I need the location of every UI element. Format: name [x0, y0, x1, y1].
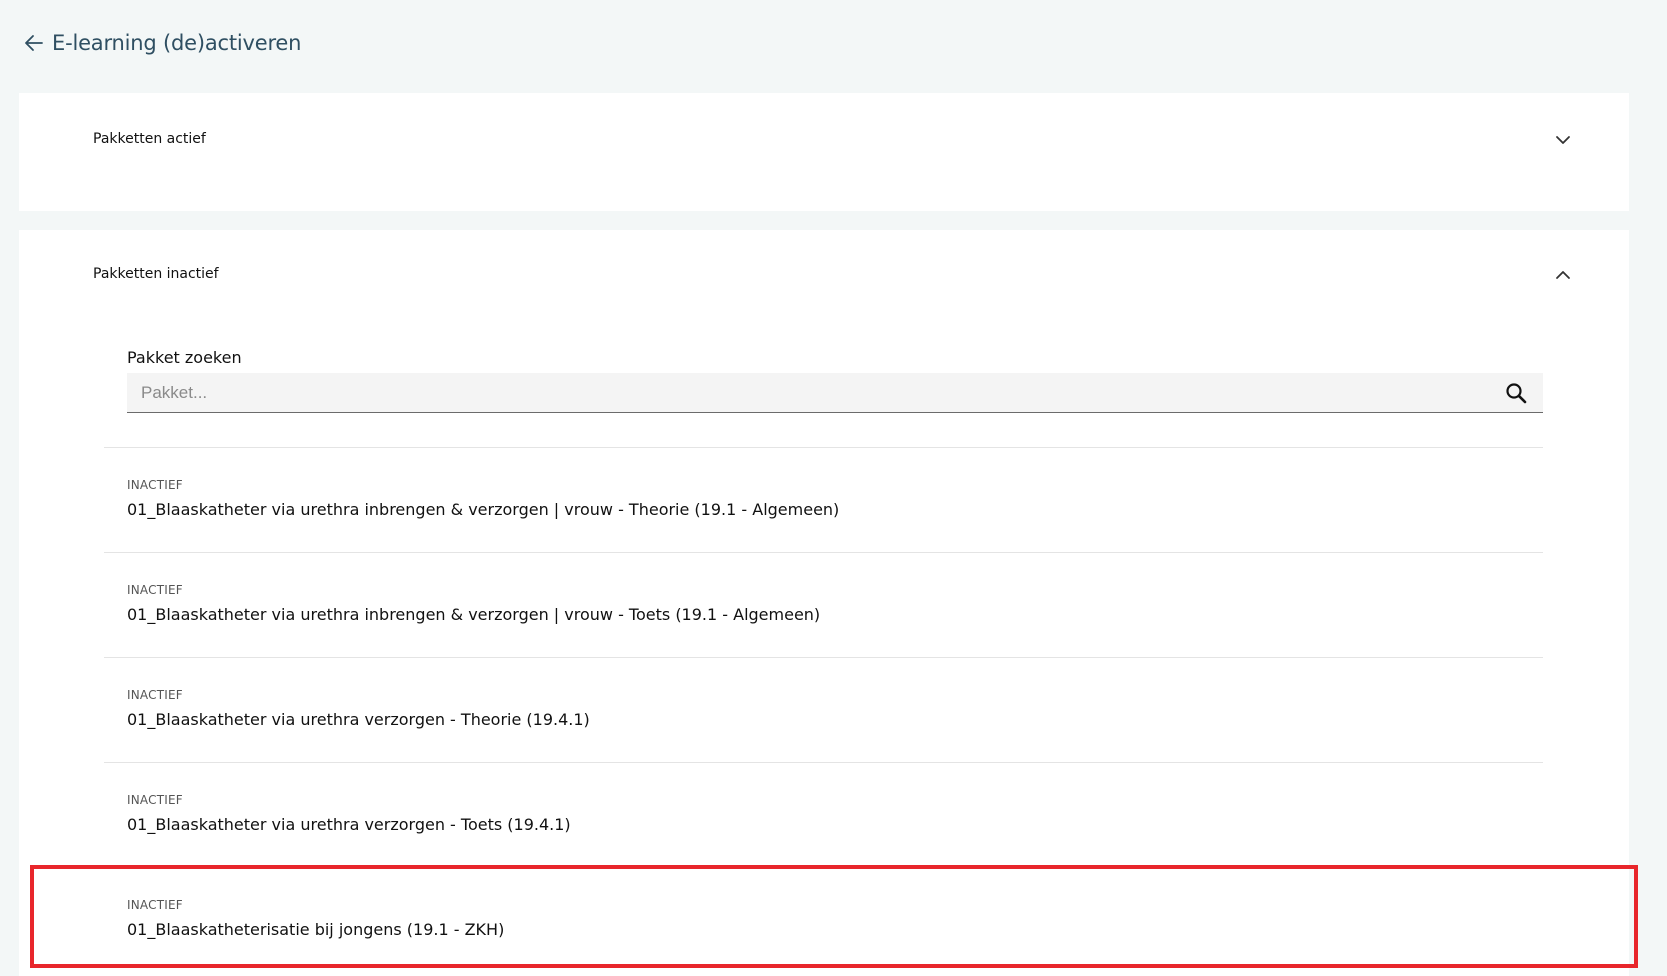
search-icon[interactable]	[1505, 382, 1527, 404]
list-item[interactable]: INACTIEF 01_Blaaskatheter via urethra ve…	[104, 657, 1543, 762]
arrow-left-icon[interactable]	[24, 33, 44, 53]
package-title: 01_Blaaskatheterisatie bij jongens (19.1…	[127, 920, 505, 939]
panel-active-packages: Pakketten actief	[19, 93, 1629, 211]
panel-inactive-header[interactable]: Pakketten inactief	[19, 230, 1629, 320]
panel-active-header[interactable]: Pakketten actief	[19, 93, 1629, 183]
status-label: INACTIEF	[127, 478, 183, 492]
status-label: INACTIEF	[127, 688, 183, 702]
search-label: Pakket zoeken	[127, 348, 242, 367]
page-title: E-learning (de)activeren	[52, 31, 302, 55]
chevron-down-icon[interactable]	[1555, 132, 1571, 148]
list-item[interactable]: INACTIEF 01_Blaaskatheter via urethra in…	[104, 552, 1543, 657]
list-item[interactable]: INACTIEF 01_Blaaskatheter via urethra in…	[104, 447, 1543, 552]
search-input[interactable]	[127, 373, 1487, 412]
package-title: 01_Blaaskatheter via urethra verzorgen -…	[127, 815, 571, 834]
chevron-up-icon[interactable]	[1555, 267, 1571, 283]
list-item[interactable]: INACTIEF 01_Blaaskatheterisatie bij jong…	[104, 867, 1543, 972]
package-title: 01_Blaaskatheter via urethra inbrengen &…	[127, 605, 821, 624]
package-list: INACTIEF 01_Blaaskatheter via urethra in…	[104, 447, 1543, 972]
list-item[interactable]: INACTIEF 01_Blaaskatheter via urethra ve…	[104, 762, 1543, 867]
status-label: INACTIEF	[127, 793, 183, 807]
panel-inactive-title: Pakketten inactief	[93, 266, 219, 282]
back-link[interactable]: E-learning (de)activeren	[24, 26, 301, 60]
status-label: INACTIEF	[127, 583, 183, 597]
panel-active-title: Pakketten actief	[93, 131, 206, 147]
package-title: 01_Blaaskatheter via urethra verzorgen -…	[127, 710, 590, 729]
package-title: 01_Blaaskatheter via urethra inbrengen &…	[127, 500, 840, 519]
status-label: INACTIEF	[127, 898, 183, 912]
search-field[interactable]	[127, 373, 1543, 413]
panel-inactive-packages: Pakketten inactief Pakket zoeken INACTIE…	[19, 230, 1629, 976]
